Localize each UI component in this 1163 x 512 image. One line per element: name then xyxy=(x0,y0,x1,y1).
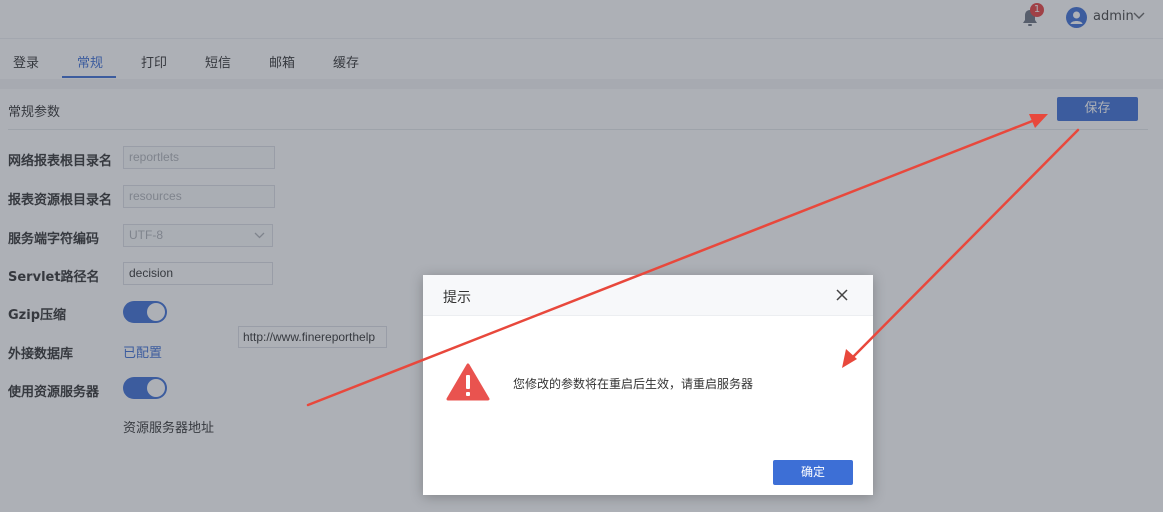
annotation-arrow-to-dialog xyxy=(848,128,1080,362)
annotation-arrows xyxy=(306,114,1080,407)
annotation-arrow-to-save xyxy=(306,116,1042,407)
arrow-head-icon xyxy=(842,349,857,368)
